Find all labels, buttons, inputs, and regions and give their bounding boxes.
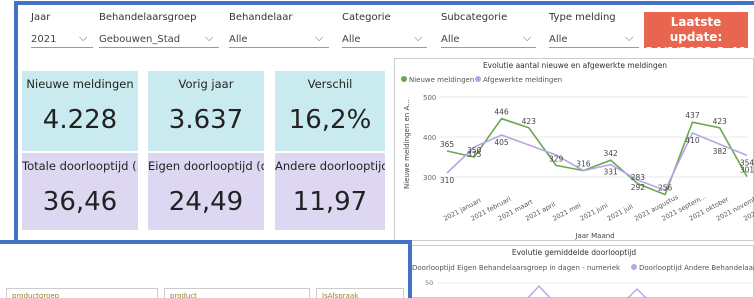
filter-type-melding[interactable]: Type melding Alle ⌵ (549, 10, 639, 50)
legend-dot-nieuwe (401, 76, 407, 82)
legend-dot-andere (631, 264, 637, 270)
x-tick-label: 2021 mei (551, 201, 582, 223)
filter-behandelaarsgroep[interactable]: Behandelaarsgroep Gebouwen_Stad ⌵ (99, 10, 219, 50)
data-label-afgewerkte: 410 (685, 136, 700, 145)
x-tick-label: 2021 juni (579, 201, 610, 222)
y-tick-label: 500 (423, 94, 436, 102)
kpi-eigen-doorlooptijd: Eigen doorlooptijd (d... 24,49 (148, 153, 264, 230)
legend-andere[interactable]: Doorlooptijd Andere Behandelaars... (639, 264, 754, 272)
chart-doorlooptijd-svg: Evolutie gemiddelde doorlooptijd Doorloo… (405, 248, 754, 298)
chart2-series-andere-2 (627, 288, 647, 298)
series-line-afgewerkte (446, 131, 748, 192)
chart2-series-andere (526, 284, 552, 298)
chevron-down-icon[interactable]: ⌵ (205, 31, 213, 45)
legend-eigen[interactable]: Doorlooptijd Eigen Behandelaarsgroep in … (412, 264, 621, 272)
chevron-down-icon[interactable]: ⌵ (414, 31, 422, 45)
filter-bar: Jaar 2021 ⌵ Behandelaarsgroep Gebouwen_S… (22, 10, 642, 50)
data-label-afgewerkte: 405 (494, 138, 509, 147)
data-label-nieuwe: 437 (685, 111, 700, 120)
data-label-nieuwe: 316 (576, 160, 591, 169)
col-product[interactable]: product (164, 288, 310, 298)
data-label-nieuwe: 423 (713, 117, 728, 126)
chart2-ytick: 50 (425, 279, 433, 287)
data-label-nieuwe: 256 (658, 184, 673, 193)
kpi-nieuwe-meldingen: Nieuwe meldingen 4.228 (22, 71, 138, 151)
data-label-nieuwe: 329 (549, 154, 564, 163)
chevron-down-icon[interactable]: ⌵ (79, 31, 87, 45)
chart-doorlooptijd[interactable]: Evolutie gemiddelde doorlooptijd Doorloo… (405, 245, 754, 298)
filter-jaar[interactable]: Jaar 2021 ⌵ (31, 10, 93, 50)
filter-subcategorie[interactable]: Subcategorie Alle ⌵ (441, 10, 536, 50)
kpi-totale-doorlooptijd: Totale doorlooptijd (... 36,46 (22, 153, 138, 230)
data-label-nieuwe: 342 (603, 149, 618, 158)
data-label-afgewerkte: 310 (440, 176, 455, 185)
last-update-badge: Laatste update: 24/1/2022 2:49 (644, 12, 748, 59)
data-label-afgewerkte: 375 (467, 150, 482, 159)
data-label-afgewerkte: 292 (631, 183, 646, 192)
y-axis-label: Nieuwe meldingen en A... (403, 99, 411, 189)
data-label-nieuwe: 446 (494, 108, 509, 117)
legend-nieuwe[interactable]: Nieuwe meldingen (409, 76, 474, 84)
chevron-down-icon[interactable]: ⌵ (315, 31, 323, 45)
chart-title: Evolutie aantal nieuwe en afgewerkte mel… (483, 61, 667, 70)
data-label-afgewerkte: 382 (713, 147, 728, 156)
kpi-vorig-jaar: Vorig jaar 3.637 (148, 71, 264, 151)
chart-meldingen[interactable]: Evolutie aantal nieuwe en afgewerkte mel… (394, 58, 754, 241)
col-isafspraak[interactable]: IsAfspraak (316, 288, 404, 298)
chart-meldingen-svg: Evolutie aantal nieuwe en afgewerkte mel… (401, 61, 754, 240)
series-line-nieuwe (446, 117, 748, 196)
data-label-nieuwe: 365 (440, 140, 455, 149)
x-tick-label: 2021 juli (606, 202, 635, 222)
legend-afgewerkte[interactable]: Afgewerkte meldingen (483, 76, 562, 84)
y-tick-label: 300 (423, 174, 436, 182)
col-productgroep[interactable]: productgroep (6, 288, 158, 298)
data-label-afgewerkte: 331 (603, 168, 618, 177)
data-label-nieuwe: 283 (631, 173, 646, 182)
legend-dot-afgewerkte (475, 76, 481, 82)
filter-categorie[interactable]: Categorie Alle ⌵ (342, 10, 427, 50)
kpi-verschil: Verschil 16,2% (275, 71, 385, 151)
y-tick-label: 400 (423, 134, 436, 142)
kpi-andere-doorlooptijd: Andere doorlooptijd ... 11,97 (275, 153, 385, 230)
chevron-down-icon[interactable]: ⌵ (523, 31, 531, 45)
x-axis-label: Jaar Maand (574, 232, 614, 240)
data-label-nieuwe: 423 (522, 117, 537, 126)
chevron-down-icon[interactable]: ⌵ (625, 31, 633, 45)
chart2-title: Evolutie gemiddelde doorlooptijd (512, 248, 637, 257)
detail-table: productgroep product IsAfspraak (0, 240, 412, 298)
data-label-afgewerkte: 354 (740, 158, 754, 167)
filter-behandelaar[interactable]: Behandelaar Alle ⌵ (229, 10, 329, 50)
x-tick-label: 2021 augustus (633, 193, 680, 223)
